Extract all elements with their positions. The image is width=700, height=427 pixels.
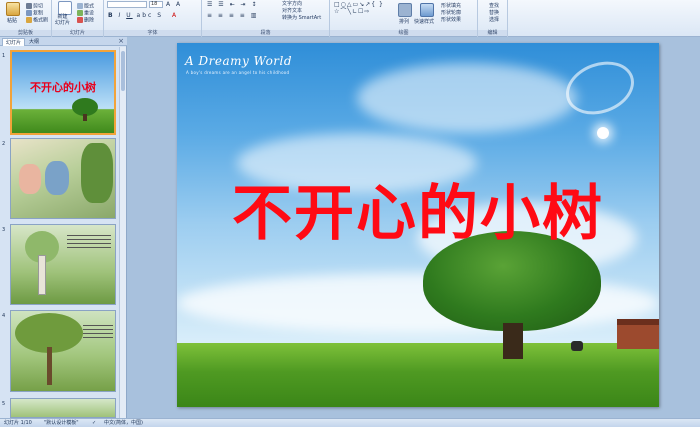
shape-fill-button[interactable]: 形状填充 — [441, 3, 461, 9]
slides-panel: 幻灯片 大纲 × 1 不开心的小树 2 3 4 5 — [0, 37, 127, 418]
format-painter-button[interactable]: 格式刷 — [26, 17, 48, 24]
thumb-figure — [19, 164, 41, 194]
scissors-icon — [26, 3, 32, 9]
font-color-button[interactable]: A — [172, 12, 178, 19]
copy-icon — [26, 10, 32, 16]
thumb-number: 1 — [2, 53, 6, 59]
layout-button[interactable]: 版式 — [77, 3, 94, 10]
shape-effects-button[interactable]: 形状效果 — [441, 17, 461, 23]
thumb-trunk — [83, 114, 87, 121]
align-text-button[interactable]: 对齐文本 — [282, 8, 302, 14]
close-icon[interactable]: × — [118, 37, 124, 46]
deer-silhouette — [571, 341, 583, 351]
copy-button[interactable]: 复制 — [26, 10, 43, 17]
align-row[interactable]: ≡ ≡ ≡ ≡ ▥ — [207, 12, 258, 19]
slide-thumb-4[interactable] — [10, 310, 116, 392]
slide-title[interactable]: 不开心的小树 — [177, 179, 659, 249]
font-size-select[interactable]: 18 — [149, 1, 163, 8]
new-slide-button[interactable]: 新建 幻灯片 — [55, 14, 70, 26]
reset-button[interactable]: 重设 — [77, 10, 94, 17]
tab-slides[interactable]: 幻灯片 — [2, 38, 26, 46]
farmhouse — [617, 319, 659, 349]
ribbon: 粘贴 剪切 复制 格式刷 剪贴板 新建 幻灯片 版式 重设 删除 幻灯片 18 … — [0, 0, 700, 37]
paste-button[interactable]: 粘贴 — [7, 18, 17, 24]
thumb-title: 不开心的小树 — [30, 81, 96, 94]
slide-thumb-5[interactable] — [10, 398, 116, 418]
thumb-number: 2 — [2, 141, 6, 147]
slide-count: 幻灯片 1/10 — [4, 420, 32, 426]
arrange-button[interactable]: 排列 — [399, 19, 409, 25]
layout-icon — [77, 3, 83, 9]
thumb-trunk — [38, 255, 46, 295]
brush-icon — [26, 17, 32, 23]
language-indicator[interactable]: 中文(简体，中国) — [104, 419, 143, 427]
panel-scrollbar[interactable] — [119, 47, 126, 418]
slides-group: 新建 幻灯片 版式 重设 删除 幻灯片 — [52, 0, 104, 37]
cloud — [357, 63, 577, 133]
smartart-button[interactable]: 转换为 SmartArt — [282, 15, 321, 21]
select-button[interactable]: 选择 — [489, 17, 499, 23]
brand-text: A Dreamy World — [185, 54, 293, 68]
cut-button[interactable]: 剪切 — [26, 3, 43, 10]
clipboard-group: 粘贴 剪切 复制 格式刷 剪贴板 — [0, 0, 52, 37]
thumb-number: 3 — [2, 227, 6, 233]
brand-tagline: A boy's dreams are an angel to his child… — [186, 70, 290, 75]
status-bar: 幻灯片 1/10 "默认设计模板" ✓ 中文(简体，中国) — [0, 418, 700, 427]
thumb-tree — [81, 143, 113, 203]
slides-label: 幻灯片 — [52, 30, 103, 36]
slide-thumb-3[interactable] — [10, 224, 116, 305]
slide-thumb-2[interactable] — [10, 138, 116, 219]
thumb-text-block — [67, 235, 111, 251]
drawing-label: 绘图 — [330, 30, 477, 36]
delete-icon — [77, 17, 83, 23]
slide-canvas[interactable]: A Dreamy World A boy's dreams are an ang… — [177, 43, 659, 407]
clipboard-label: 剪贴板 — [0, 30, 51, 36]
grow-shrink-font[interactable]: A A — [166, 1, 182, 8]
text-direction-button[interactable]: 文字方向 — [282, 1, 302, 7]
light-sparkle — [597, 127, 609, 139]
shape-outline-button[interactable]: 形状轮廓 — [441, 10, 461, 16]
thumb-text-block — [83, 325, 113, 341]
spellcheck-icon[interactable]: ✓ — [92, 419, 96, 427]
editing-group: 查找 替换 选择 编辑 — [478, 0, 508, 37]
new-slide-icon[interactable] — [58, 1, 72, 15]
slide-editing-area: A Dreamy World A boy's dreams are an ang… — [127, 37, 700, 418]
thumb-trunk — [47, 347, 52, 385]
paste-icon[interactable] — [6, 2, 20, 16]
drawing-group: □○△▭↘↗{ } ☆⌒╲∟☐⇨ 排列 快速样式 形状填充 形状轮廓 形状效果 绘… — [330, 0, 478, 37]
tab-outline[interactable]: 大纲 — [26, 38, 42, 46]
shapes-gallery[interactable]: □○△▭↘↗{ } ☆⌒╲∟☐⇨ — [334, 1, 384, 15]
replace-button[interactable]: 替换 — [489, 10, 499, 16]
paragraph-label: 段落 — [202, 30, 329, 36]
slide-thumb-1[interactable]: 不开心的小树 — [10, 50, 116, 135]
grass-field — [177, 343, 659, 407]
thumb-number: 5 — [2, 401, 6, 407]
editing-label: 编辑 — [478, 30, 507, 36]
arrange-icon[interactable] — [398, 3, 412, 17]
reset-icon — [77, 10, 83, 16]
find-button[interactable]: 查找 — [489, 3, 499, 9]
thumb-figure — [45, 161, 69, 195]
scroll-thumb[interactable] — [121, 51, 125, 91]
paragraph-group: ☰ ☰ ⇤ ⇥ ↕ ≡ ≡ ≡ ≡ ▥ 文字方向 对齐文本 转换为 SmartA… — [202, 0, 330, 37]
font-label: 字体 — [104, 30, 201, 36]
thumb-number: 4 — [2, 313, 6, 319]
quick-styles-button[interactable]: 快速样式 — [414, 19, 434, 25]
font-format-row[interactable]: B I U abc S — [108, 12, 163, 19]
quick-styles-icon[interactable] — [420, 3, 434, 17]
font-name-select[interactable] — [107, 1, 147, 8]
panel-tabs: 幻灯片 大纲 × — [0, 37, 127, 46]
tree-trunk — [503, 323, 523, 359]
bullets-row[interactable]: ☰ ☰ ⇤ ⇥ ↕ — [207, 1, 258, 8]
delete-button[interactable]: 删除 — [77, 17, 94, 24]
theme-name: "默认设计模板" — [44, 420, 79, 426]
font-group: 18 A A B I U abc S A 字体 — [104, 0, 202, 37]
